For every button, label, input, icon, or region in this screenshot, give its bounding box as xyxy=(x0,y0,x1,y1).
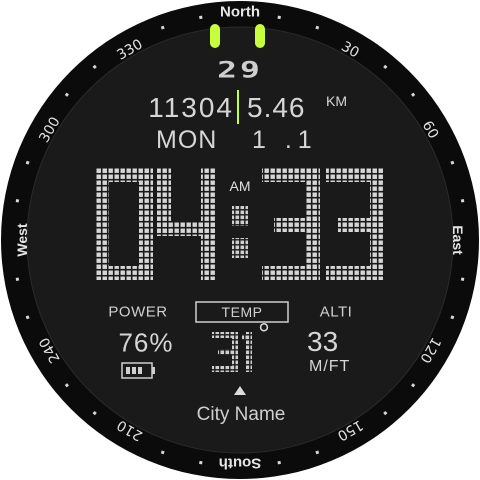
watch-face: North South East West 30 60 120 150 210 … xyxy=(0,0,480,480)
ampm-indicator: AM xyxy=(229,178,251,194)
distance-unit: KM xyxy=(326,93,347,109)
alti-value: 33 xyxy=(307,326,339,357)
bezel-south: South xyxy=(218,454,262,472)
temp-unit: ° xyxy=(258,318,270,351)
north-marker-right xyxy=(255,24,265,48)
power-label: POWER xyxy=(108,303,168,321)
steps-distance-divider xyxy=(237,90,239,124)
city-name: City Name xyxy=(196,404,286,425)
power-value: 76% xyxy=(118,327,174,358)
temp-value: 31 xyxy=(212,332,254,372)
date-small: 1 .1 xyxy=(252,126,318,154)
north-marker-left xyxy=(210,24,220,48)
weekday: MON xyxy=(156,126,218,154)
time-hours: 04 xyxy=(95,168,215,280)
bezel-tick xyxy=(460,277,465,281)
step-count: 11304 xyxy=(148,92,234,123)
time-minutes: 33 xyxy=(262,168,384,280)
bezel-tick xyxy=(460,199,465,203)
bezel-east: East xyxy=(450,225,466,255)
bezel-tick xyxy=(199,15,203,20)
day-of-month: 29 xyxy=(217,58,263,84)
bezel-tick xyxy=(199,460,203,465)
bezel-tick xyxy=(277,460,281,465)
alti-unit: M/FT xyxy=(309,358,351,375)
bezel-north: North xyxy=(220,3,260,21)
temp-label: TEMP xyxy=(221,304,263,320)
bezel-tick xyxy=(15,277,20,281)
distance-value: 5.46 xyxy=(247,92,306,123)
bezel-west: West xyxy=(14,223,30,257)
alti-label: ALTI xyxy=(319,303,353,321)
bezel-tick xyxy=(15,199,20,203)
bezel-tick xyxy=(277,15,281,20)
